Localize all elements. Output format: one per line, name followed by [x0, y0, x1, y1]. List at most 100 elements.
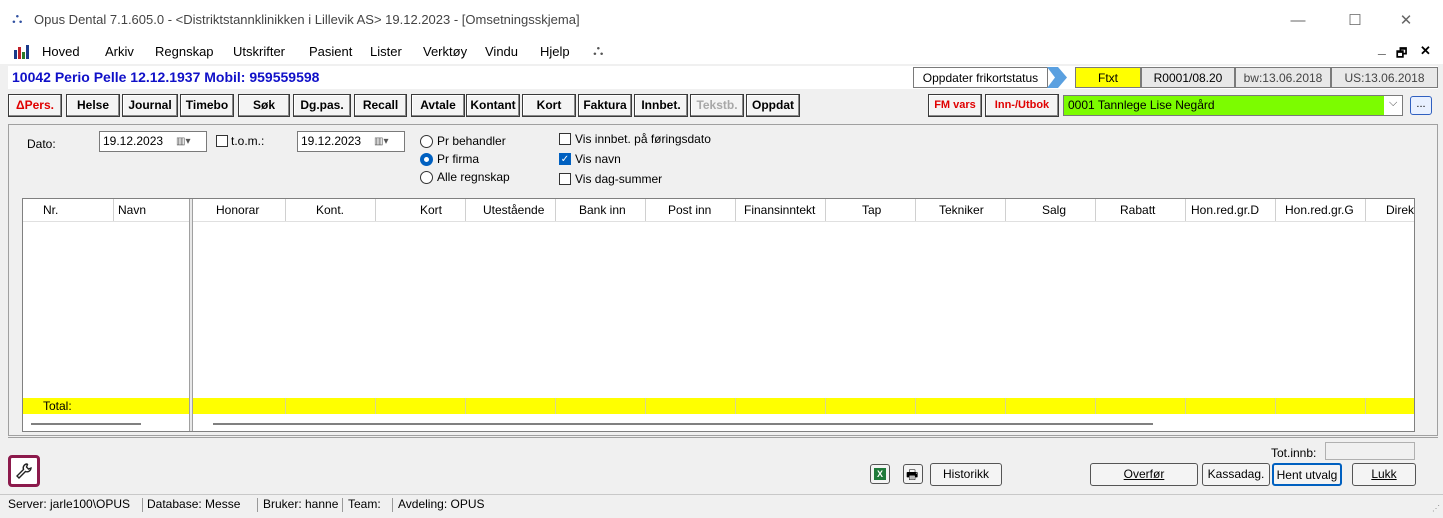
radio-pr-firma[interactable]	[420, 153, 433, 166]
right-scrollbar-thumb[interactable]	[213, 423, 1153, 425]
column-header-tap[interactable]: Tap	[862, 199, 881, 221]
inn-utbok-button[interactable]: Inn-/Utbok	[985, 94, 1059, 117]
menu-pasient[interactable]: Pasient	[309, 44, 352, 59]
pers-button[interactable]: ΔPers.	[8, 94, 62, 117]
journal-button[interactable]: Journal	[122, 94, 178, 117]
update-free-card-button[interactable]: Oppdater frikortstatus	[913, 67, 1048, 88]
col-sep	[915, 199, 916, 221]
column-header-direk[interactable]: Direk	[1386, 199, 1414, 221]
radio-pr-behandler-label: Pr behandler	[437, 134, 506, 148]
col-sep	[825, 199, 826, 221]
date-to-input[interactable]: 19.12.2023 ▥▾	[297, 131, 405, 152]
vis-dag-summer-label: Vis dag-summer	[575, 172, 663, 186]
date-from-value: 19.12.2023	[103, 134, 164, 148]
dgpas-button[interactable]: Dg.pas.	[293, 94, 351, 117]
menu-hoved[interactable]: Hoved	[42, 44, 80, 59]
status-sep	[142, 498, 143, 512]
radio-pr-behandler[interactable]	[420, 135, 433, 148]
col-sep	[465, 199, 466, 221]
column-header-bank-inn[interactable]: Bank inn	[579, 199, 626, 221]
menu-vindu[interactable]: Vindu	[485, 44, 518, 59]
provider-value: 0001 Tannlege Lise Negård	[1068, 98, 1215, 112]
status-sep	[342, 498, 343, 512]
ftxt-badge[interactable]: Ftxt	[1075, 67, 1141, 88]
excel-export-button[interactable]: X	[870, 464, 890, 484]
recall-button[interactable]: Recall	[354, 94, 407, 117]
radio-alle-regnskap[interactable]	[420, 171, 433, 184]
calendar-dropdown-icon: ▥▾	[374, 136, 389, 147]
resize-grip-icon[interactable]: ⋰	[1432, 499, 1440, 518]
overfor-button[interactable]: Overfør	[1090, 463, 1198, 486]
innbet-button[interactable]: Innbet.	[634, 94, 688, 117]
column-header-nr[interactable]: Nr.	[43, 199, 58, 221]
radio-alle-regnskap-label: Alle regnskap	[437, 170, 510, 184]
left-scrollbar-thumb[interactable]	[31, 423, 141, 425]
kassadag-button[interactable]: Kassadag.	[1202, 463, 1270, 486]
menu-arkiv[interactable]: Arkiv	[105, 44, 134, 59]
total-sep	[915, 398, 916, 414]
total-sep	[825, 398, 826, 414]
date-from-input[interactable]: 19.12.2023 ▥▾	[99, 131, 207, 152]
maximize-button[interactable]: ☐	[1332, 8, 1378, 34]
column-header-honorar[interactable]: Honorar	[216, 199, 259, 221]
timebo-button[interactable]: Timebo	[180, 94, 234, 117]
total-label: Total:	[43, 399, 72, 413]
vis-innbet-checkbox[interactable]	[559, 133, 571, 145]
menu-utskrifter[interactable]: Utskrifter	[233, 44, 285, 59]
oppdat-button[interactable]: Oppdat	[746, 94, 800, 117]
total-sep	[1095, 398, 1096, 414]
wrench-button[interactable]	[8, 455, 40, 487]
tooth-icon: ⛬	[593, 42, 604, 59]
column-header-rabatt[interactable]: Rabatt	[1120, 199, 1155, 221]
column-header-post-inn[interactable]: Post inn	[668, 199, 711, 221]
excel-icon: X	[874, 468, 886, 480]
total-sep	[1365, 398, 1366, 414]
historikk-button[interactable]: Historikk	[930, 463, 1002, 486]
menu-verktoy[interactable]: Verktøy	[423, 44, 467, 59]
avtale-button[interactable]: Avtale	[411, 94, 465, 117]
lukk-button[interactable]: Lukk	[1352, 463, 1416, 486]
data-grid[interactable]: Nr. Navn Honorar Kont. Kort Utestående B…	[22, 198, 1415, 432]
column-header-finansinntekt[interactable]: Finansinntekt	[744, 199, 815, 221]
menu-regnskap[interactable]: Regnskap	[155, 44, 214, 59]
column-header-kort[interactable]: Kort	[420, 199, 442, 221]
tot-innb-label: Tot.innb:	[1271, 446, 1317, 460]
provider-select[interactable]: 0001 Tannlege Lise Negård ⌵	[1063, 95, 1403, 116]
fm-vars-button[interactable]: FM vars	[928, 94, 982, 117]
column-header-utestaende[interactable]: Utestående	[483, 199, 544, 221]
status-database: Database: Messe	[147, 497, 241, 511]
kort-button[interactable]: Kort	[522, 94, 576, 117]
col-sep	[1095, 199, 1096, 221]
column-header-salg[interactable]: Salg	[1042, 199, 1066, 221]
sok-button[interactable]: Søk	[238, 94, 290, 117]
kontant-button[interactable]: Kontant	[466, 94, 520, 117]
vis-dag-summer-checkbox[interactable]	[559, 173, 571, 185]
column-header-kont[interactable]: Kont.	[316, 199, 344, 221]
pers-warning-icon: Δ	[16, 98, 25, 112]
col-sep	[375, 199, 376, 221]
faktura-button[interactable]: Faktura	[578, 94, 632, 117]
mdi-restore-button[interactable]: 🗗	[1396, 44, 1407, 65]
provider-more-button[interactable]: ...	[1410, 96, 1432, 115]
mdi-minimize-button[interactable]: _	[1378, 40, 1386, 56]
patient-label: 10042 Perio Pelle 12.12.1937 Mobil: 9595…	[12, 69, 320, 85]
mdi-close-button[interactable]: ✕	[1420, 43, 1431, 59]
menu-hjelp[interactable]: Hjelp	[540, 44, 570, 59]
column-header-tekniker[interactable]: Tekniker	[939, 199, 984, 221]
column-header-hon-red-gr-g[interactable]: Hon.red.gr.G	[1285, 199, 1354, 221]
helse-button[interactable]: Helse	[66, 94, 120, 117]
menu-lister[interactable]: Lister	[370, 44, 402, 59]
date-label: Dato:	[27, 137, 56, 151]
menu-bar	[0, 40, 1443, 64]
hent-utvalg-button[interactable]: Hent utvalg	[1272, 463, 1342, 486]
vis-navn-label: Vis navn	[575, 152, 621, 166]
print-button[interactable]: 🖶	[903, 464, 923, 484]
minimize-button[interactable]: —	[1275, 8, 1321, 34]
column-header-hon-red-gr-d[interactable]: Hon.red.gr.D	[1191, 199, 1259, 221]
close-button[interactable]: ✕	[1383, 8, 1429, 34]
vis-navn-checkbox[interactable]: ✓	[559, 153, 571, 165]
col-sep	[735, 199, 736, 221]
column-header-navn[interactable]: Navn	[118, 199, 146, 221]
col-sep	[1365, 199, 1366, 221]
tom-checkbox[interactable]	[216, 135, 228, 147]
